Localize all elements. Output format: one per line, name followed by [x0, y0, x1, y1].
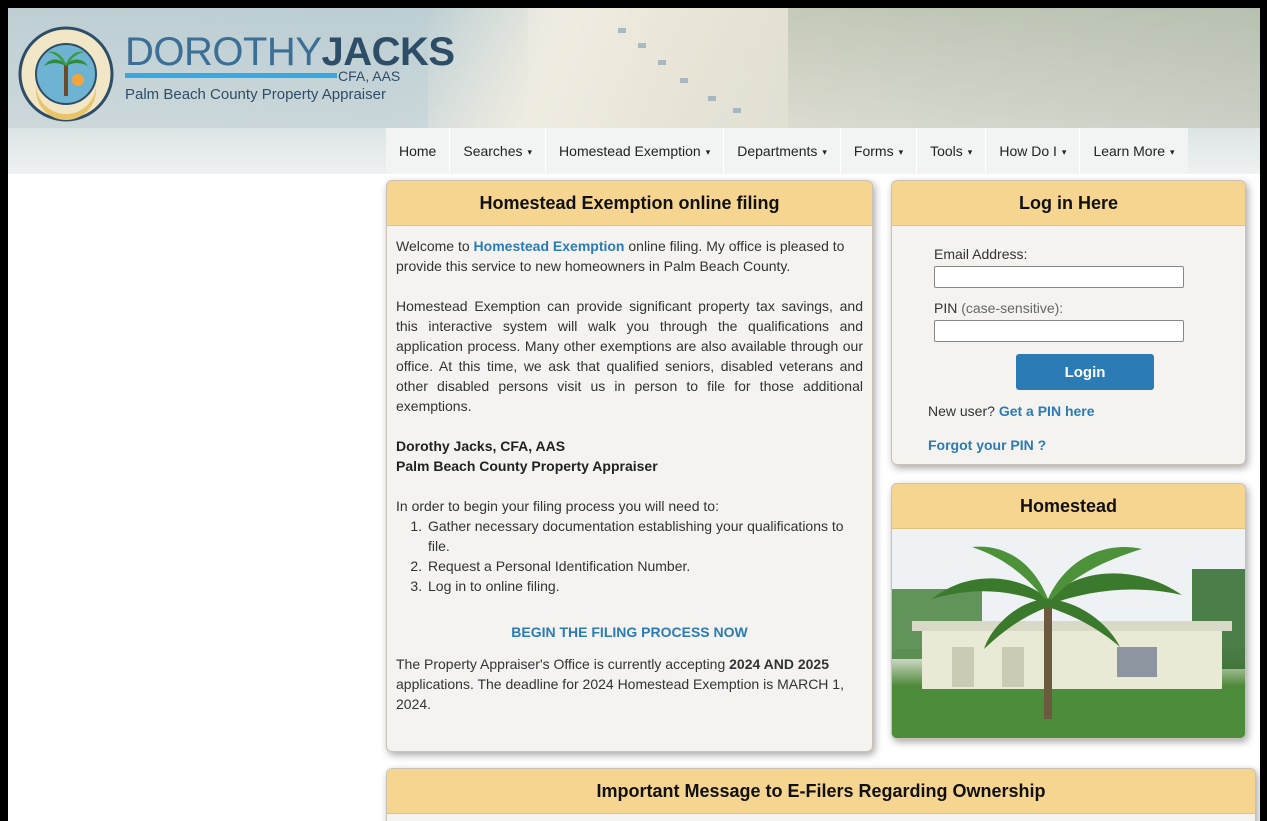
- beach-umbrella: [733, 108, 741, 113]
- nav-item-how-do-i[interactable]: How Do I ▾: [986, 128, 1081, 174]
- pin-label-text: PIN: [934, 300, 958, 316]
- nav-label: Home: [399, 143, 437, 159]
- beach-umbrella: [618, 28, 626, 33]
- pin-label: PIN (case-sensitive):: [934, 300, 1245, 316]
- new-user-text: New user?: [928, 403, 999, 419]
- email-label: Email Address:: [934, 246, 1028, 262]
- nav-item-home[interactable]: Home: [386, 128, 451, 174]
- brand-name: DOROTHYJACKS: [125, 30, 455, 74]
- steps-list: Gather necessary documentation establish…: [396, 516, 863, 596]
- email-field[interactable]: [934, 266, 1184, 288]
- steps-intro: In order to begin your filing process yo…: [396, 498, 719, 514]
- begin-filing-link[interactable]: BEGIN THE FILING PROCESS NOW: [396, 622, 863, 642]
- pin-field[interactable]: [934, 320, 1184, 342]
- deadline-notice: The Property Appraiser's Office is curre…: [396, 654, 863, 714]
- notice-text: applications. The deadline for 2024 Home…: [396, 676, 844, 712]
- nav-item-homestead-exemption[interactable]: Homestead Exemption ▾: [546, 128, 725, 174]
- beach-umbrella: [680, 78, 688, 83]
- pin-hint: (case-sensitive):: [957, 300, 1064, 316]
- nav-item-learn-more[interactable]: Learn More ▾: [1080, 128, 1187, 174]
- signature-title: Palm Beach County Property Appraiser: [396, 458, 658, 474]
- header-banner: DOROTHYJACKS CFA, AAS Palm Beach County …: [8, 8, 1260, 128]
- nav-label: Homestead Exemption: [559, 143, 701, 159]
- intro-text: Welcome to: [396, 238, 474, 254]
- nav-label: Forms: [853, 143, 894, 159]
- chevron-down-icon: ▾: [967, 147, 973, 157]
- signature-name: Dorothy Jacks, CFA, AAS: [396, 438, 566, 454]
- homestead-photo-panel: Homestead: [891, 483, 1246, 739]
- notice-text: The Property Appraiser's Office is curre…: [396, 656, 730, 672]
- panel-body: Welcome to Homestead Exemption online fi…: [387, 226, 872, 714]
- brand-underline: [125, 73, 337, 78]
- homestead-photo: [892, 529, 1245, 738]
- nav-item-forms[interactable]: Forms ▾: [841, 128, 918, 174]
- login-form: Email Address: PIN (case-sensitive): Log…: [892, 226, 1245, 390]
- beach-umbrella: [708, 96, 716, 101]
- get-pin-link[interactable]: Get a PIN here: [999, 403, 1095, 419]
- chevron-down-icon: ▾: [1170, 147, 1175, 157]
- beach-umbrella: [658, 60, 666, 65]
- description-paragraph: Homestead Exemption can provide signific…: [396, 298, 863, 414]
- panel-title: Homestead: [892, 484, 1245, 529]
- nav-label: Learn More: [1093, 143, 1166, 159]
- brand-first-name: DOROTHY: [125, 30, 322, 74]
- nav-item-searches[interactable]: Searches ▾: [450, 128, 547, 174]
- brand-subtitle: Palm Beach County Property Appraiser: [125, 86, 386, 103]
- page: DOROTHYJACKS CFA, AAS Palm Beach County …: [8, 8, 1260, 821]
- nav-label: How Do I: [999, 143, 1057, 159]
- homestead-exemption-link[interactable]: Homestead Exemption: [474, 238, 625, 254]
- beach-umbrella: [638, 43, 646, 48]
- panel-title: Log in Here: [892, 181, 1245, 226]
- nav-item-tools[interactable]: Tools ▾: [917, 128, 987, 174]
- nav-label: Searches: [463, 143, 523, 159]
- notice-years: 2024 AND 2025: [729, 656, 830, 672]
- nav-label: Tools: [930, 143, 963, 159]
- list-item: Log in to online filing.: [426, 576, 863, 596]
- house-palm-image: [892, 529, 1245, 738]
- homestead-filing-panel: Homestead Exemption online filing Welcom…: [386, 180, 873, 752]
- nav-item-departments[interactable]: Departments ▾: [724, 128, 841, 174]
- list-item: Gather necessary documentation establish…: [426, 516, 863, 556]
- chevron-down-icon: ▾: [705, 147, 711, 157]
- chevron-down-icon: ▾: [1061, 147, 1067, 157]
- chevron-down-icon: ▾: [822, 147, 827, 157]
- main-nav: Home Searches ▾ Homestead Exemption ▾ Depa…: [386, 128, 1188, 174]
- chevron-down-icon: ▾: [527, 147, 533, 157]
- new-user-row: New user? Get a PIN here: [928, 403, 1095, 419]
- list-item: Request a Personal Identification Number…: [426, 556, 863, 576]
- nav-label: Departments: [737, 143, 818, 159]
- forgot-pin-link[interactable]: Forgot your PIN ?: [928, 437, 1046, 453]
- county-seal-logo[interactable]: [18, 26, 114, 122]
- banner-trees: [788, 8, 1260, 128]
- brand-credentials: CFA, AAS: [338, 68, 401, 84]
- login-panel: Log in Here Email Address: PIN (case-sen…: [891, 180, 1246, 465]
- seal-icon: [18, 26, 114, 122]
- important-message-panel: Important Message to E-Filers Regarding …: [386, 768, 1256, 821]
- chevron-down-icon: ▾: [898, 147, 904, 157]
- login-button[interactable]: Login: [1016, 354, 1154, 390]
- panel-title: Important Message to E-Filers Regarding …: [387, 769, 1255, 814]
- intro-paragraph: Welcome to Homestead Exemption online fi…: [396, 236, 863, 276]
- forgot-row: Forgot your PIN ?: [928, 437, 1046, 453]
- panel-title: Homestead Exemption online filing: [387, 181, 872, 226]
